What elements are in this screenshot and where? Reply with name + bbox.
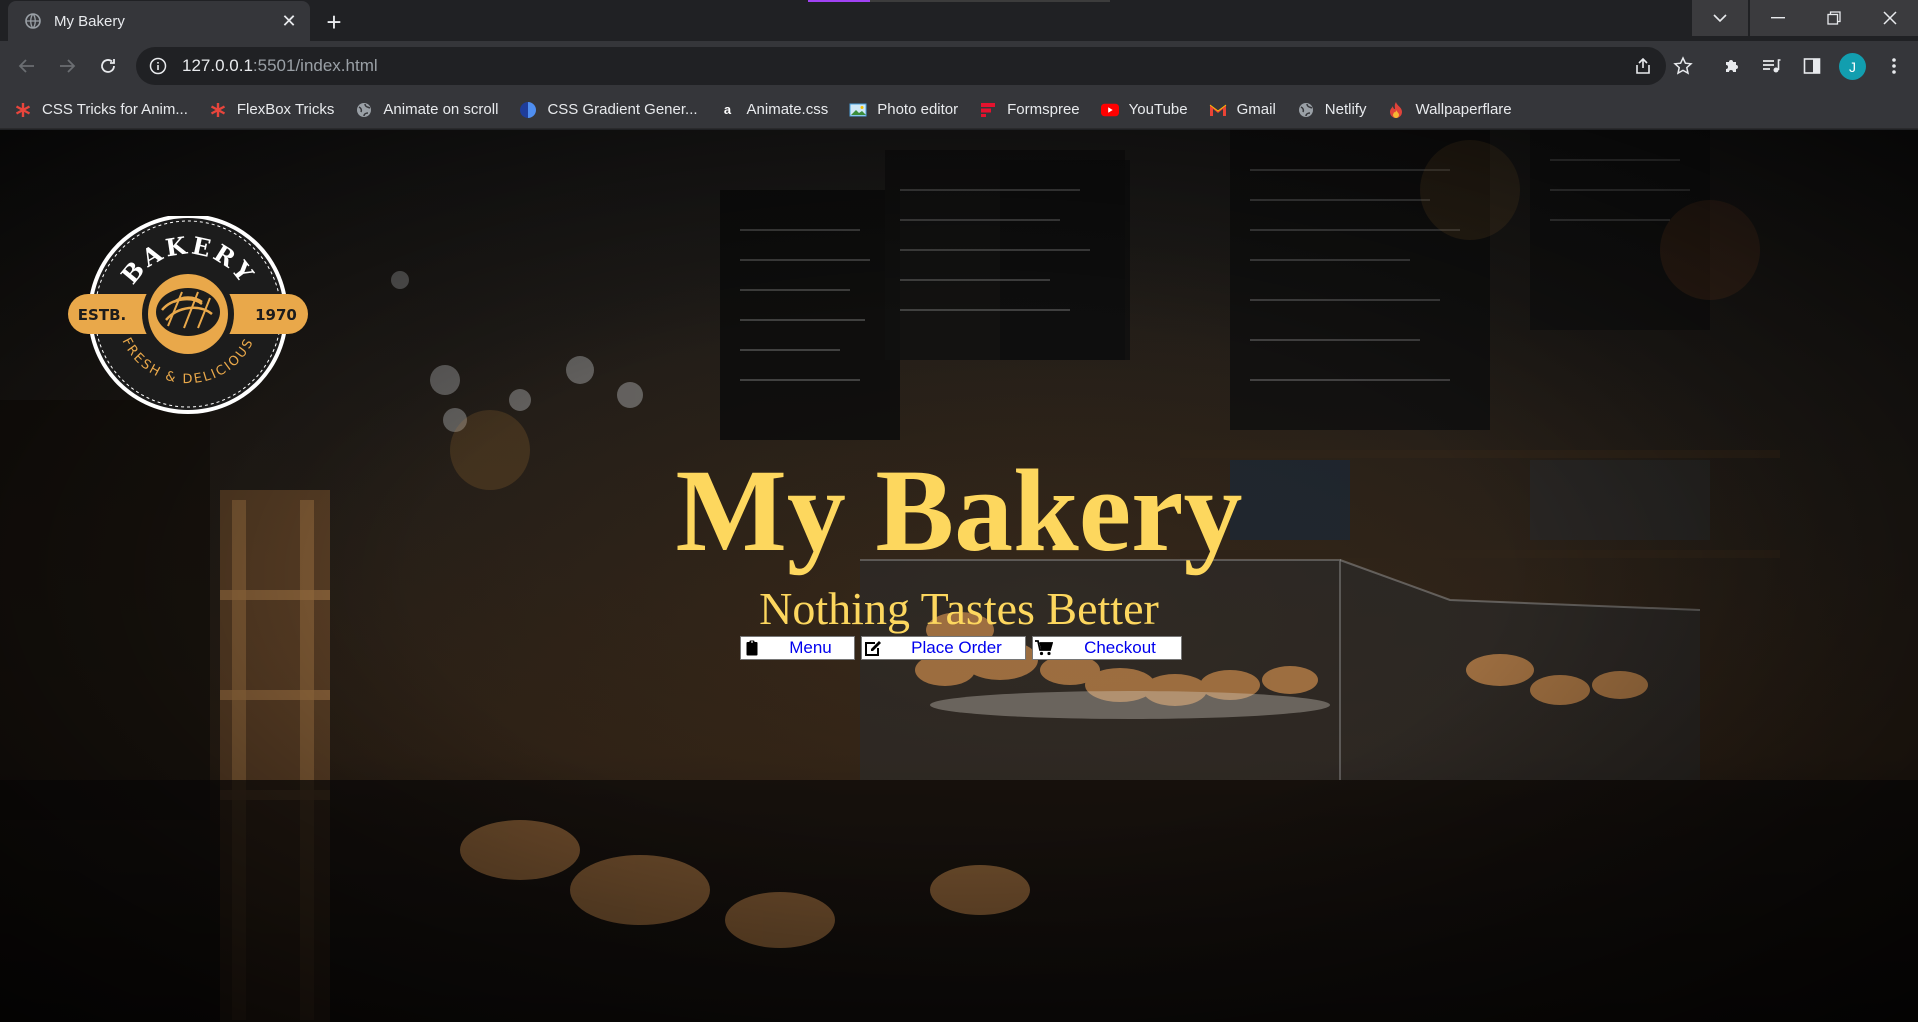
bookmark-item[interactable]: Photo editor: [849, 101, 958, 119]
arrow-right-icon: [60, 59, 76, 73]
url-path: :5501/index.html: [252, 56, 378, 75]
logo-right-text: 1970: [255, 306, 297, 324]
globe-icon: [355, 101, 373, 119]
tab-title: My Bakery: [54, 12, 125, 30]
reload-button[interactable]: [92, 50, 124, 82]
bookmark-label: Formspree: [1007, 101, 1080, 118]
address-bar[interactable]: 127.0.0.1:5501/index.html: [136, 47, 1666, 85]
url-host: 127.0.0.1: [182, 56, 253, 75]
bookmark-label: Photo editor: [877, 101, 959, 118]
bookmark-label: Animate.css: [746, 101, 829, 118]
bookmark-item[interactable]: YouTube: [1100, 101, 1188, 119]
info-icon[interactable]: [148, 56, 168, 76]
minimize-button[interactable]: [1750, 0, 1806, 36]
photo-icon: [849, 101, 867, 119]
bookmark-item[interactable]: Netlify: [1297, 101, 1367, 119]
action-buttons: Menu Place Order Checkout: [740, 636, 1188, 660]
gmail-icon: [1209, 101, 1227, 119]
cart-icon: [1035, 638, 1053, 658]
checkout-button[interactable]: Checkout: [1032, 636, 1182, 660]
page-title: My Bakery: [675, 445, 1243, 576]
bookmark-label: Netlify: [1324, 101, 1367, 118]
asterisk-icon: [209, 101, 227, 119]
checkout-button-label: Checkout: [1084, 638, 1156, 657]
youtube-icon: [1100, 101, 1119, 119]
place-order-button-label: Place Order: [911, 638, 1002, 657]
bookmark-item[interactable]: Formspree: [979, 101, 1080, 119]
bookmark-item[interactable]: CSS Tricks for Anim...: [14, 101, 188, 119]
media-indicator-track: [870, 0, 1110, 2]
bookmark-label: YouTube: [1128, 101, 1188, 118]
menu-button[interactable]: Menu: [740, 636, 855, 660]
bookmark-item[interactable]: CSS Gradient Gener...: [519, 101, 698, 119]
page-viewport: BAKERY ESTB. 1970 FRESH & DELICIOUS My B…: [0, 130, 1918, 1022]
globe-icon: [24, 12, 42, 30]
browser-toolbar: 127.0.0.1:5501/index.html J: [0, 41, 1918, 91]
minimize-icon: [1771, 17, 1785, 19]
tab-search-button[interactable]: [1692, 0, 1748, 36]
asterisk-icon: [14, 101, 32, 119]
bookmark-label: Wallpaperflare: [1415, 101, 1512, 118]
place-order-button[interactable]: Place Order: [861, 636, 1026, 660]
logo-left-text: ESTB.: [78, 306, 126, 324]
bookmark-item[interactable]: a Animate.css: [719, 101, 829, 119]
browser-tab[interactable]: My Bakery ✕: [8, 1, 310, 41]
bookmark-item[interactable]: Wallpaperflare: [1387, 101, 1512, 119]
reload-icon: [101, 59, 115, 73]
bookmark-item[interactable]: Animate on scroll: [355, 101, 498, 119]
share-icon[interactable]: [1627, 50, 1659, 82]
close-icon: [1883, 11, 1897, 25]
edit-icon: [864, 638, 882, 658]
new-tab-button[interactable]: +: [318, 6, 350, 38]
bookmark-label: Gmail: [1236, 101, 1276, 118]
extensions-icon[interactable]: [1716, 50, 1748, 82]
menu-button-label: Menu: [789, 638, 832, 657]
clipboard-icon: [743, 638, 761, 658]
forward-button[interactable]: [51, 50, 83, 82]
bookmark-label: CSS Tricks for Anim...: [42, 101, 188, 118]
star-icon[interactable]: [1667, 50, 1699, 82]
globe-icon: [1297, 101, 1315, 119]
bookmarks-bar: CSS Tricks for Anim... FlexBox Tricks An…: [0, 91, 1918, 129]
bookmark-label: CSS Gradient Gener...: [547, 101, 698, 118]
side-panel-icon[interactable]: [1796, 50, 1828, 82]
bookmark-label: Animate on scroll: [383, 101, 499, 118]
media-indicator: [808, 0, 870, 2]
flame-icon: [1387, 101, 1405, 119]
back-button[interactable]: [11, 50, 43, 82]
bookmark-label: FlexBox Tricks: [236, 101, 335, 118]
arrow-left-icon: [18, 59, 34, 73]
page-subtitle: Nothing Tastes Better: [759, 583, 1159, 634]
chevron-down-icon: [1713, 14, 1727, 23]
bookmark-item[interactable]: Gmail: [1209, 101, 1276, 119]
formspree-icon: [979, 101, 997, 119]
window-close-button[interactable]: [1862, 0, 1918, 36]
close-icon[interactable]: ✕: [278, 10, 300, 32]
animate-icon: a: [723, 102, 732, 117]
bakery-logo: BAKERY ESTB. 1970 FRESH & DELICIOUS: [68, 216, 308, 414]
restore-icon: [1827, 11, 1841, 25]
bookmark-item[interactable]: FlexBox Tricks: [209, 101, 335, 119]
profile-avatar[interactable]: J: [1839, 53, 1866, 80]
media-control-icon[interactable]: [1755, 50, 1787, 82]
more-menu-icon[interactable]: [1878, 50, 1910, 82]
gradient-icon: [519, 101, 537, 119]
restore-button[interactable]: [1806, 0, 1862, 36]
browser-titlebar: My Bakery ✕ +: [0, 0, 1918, 41]
